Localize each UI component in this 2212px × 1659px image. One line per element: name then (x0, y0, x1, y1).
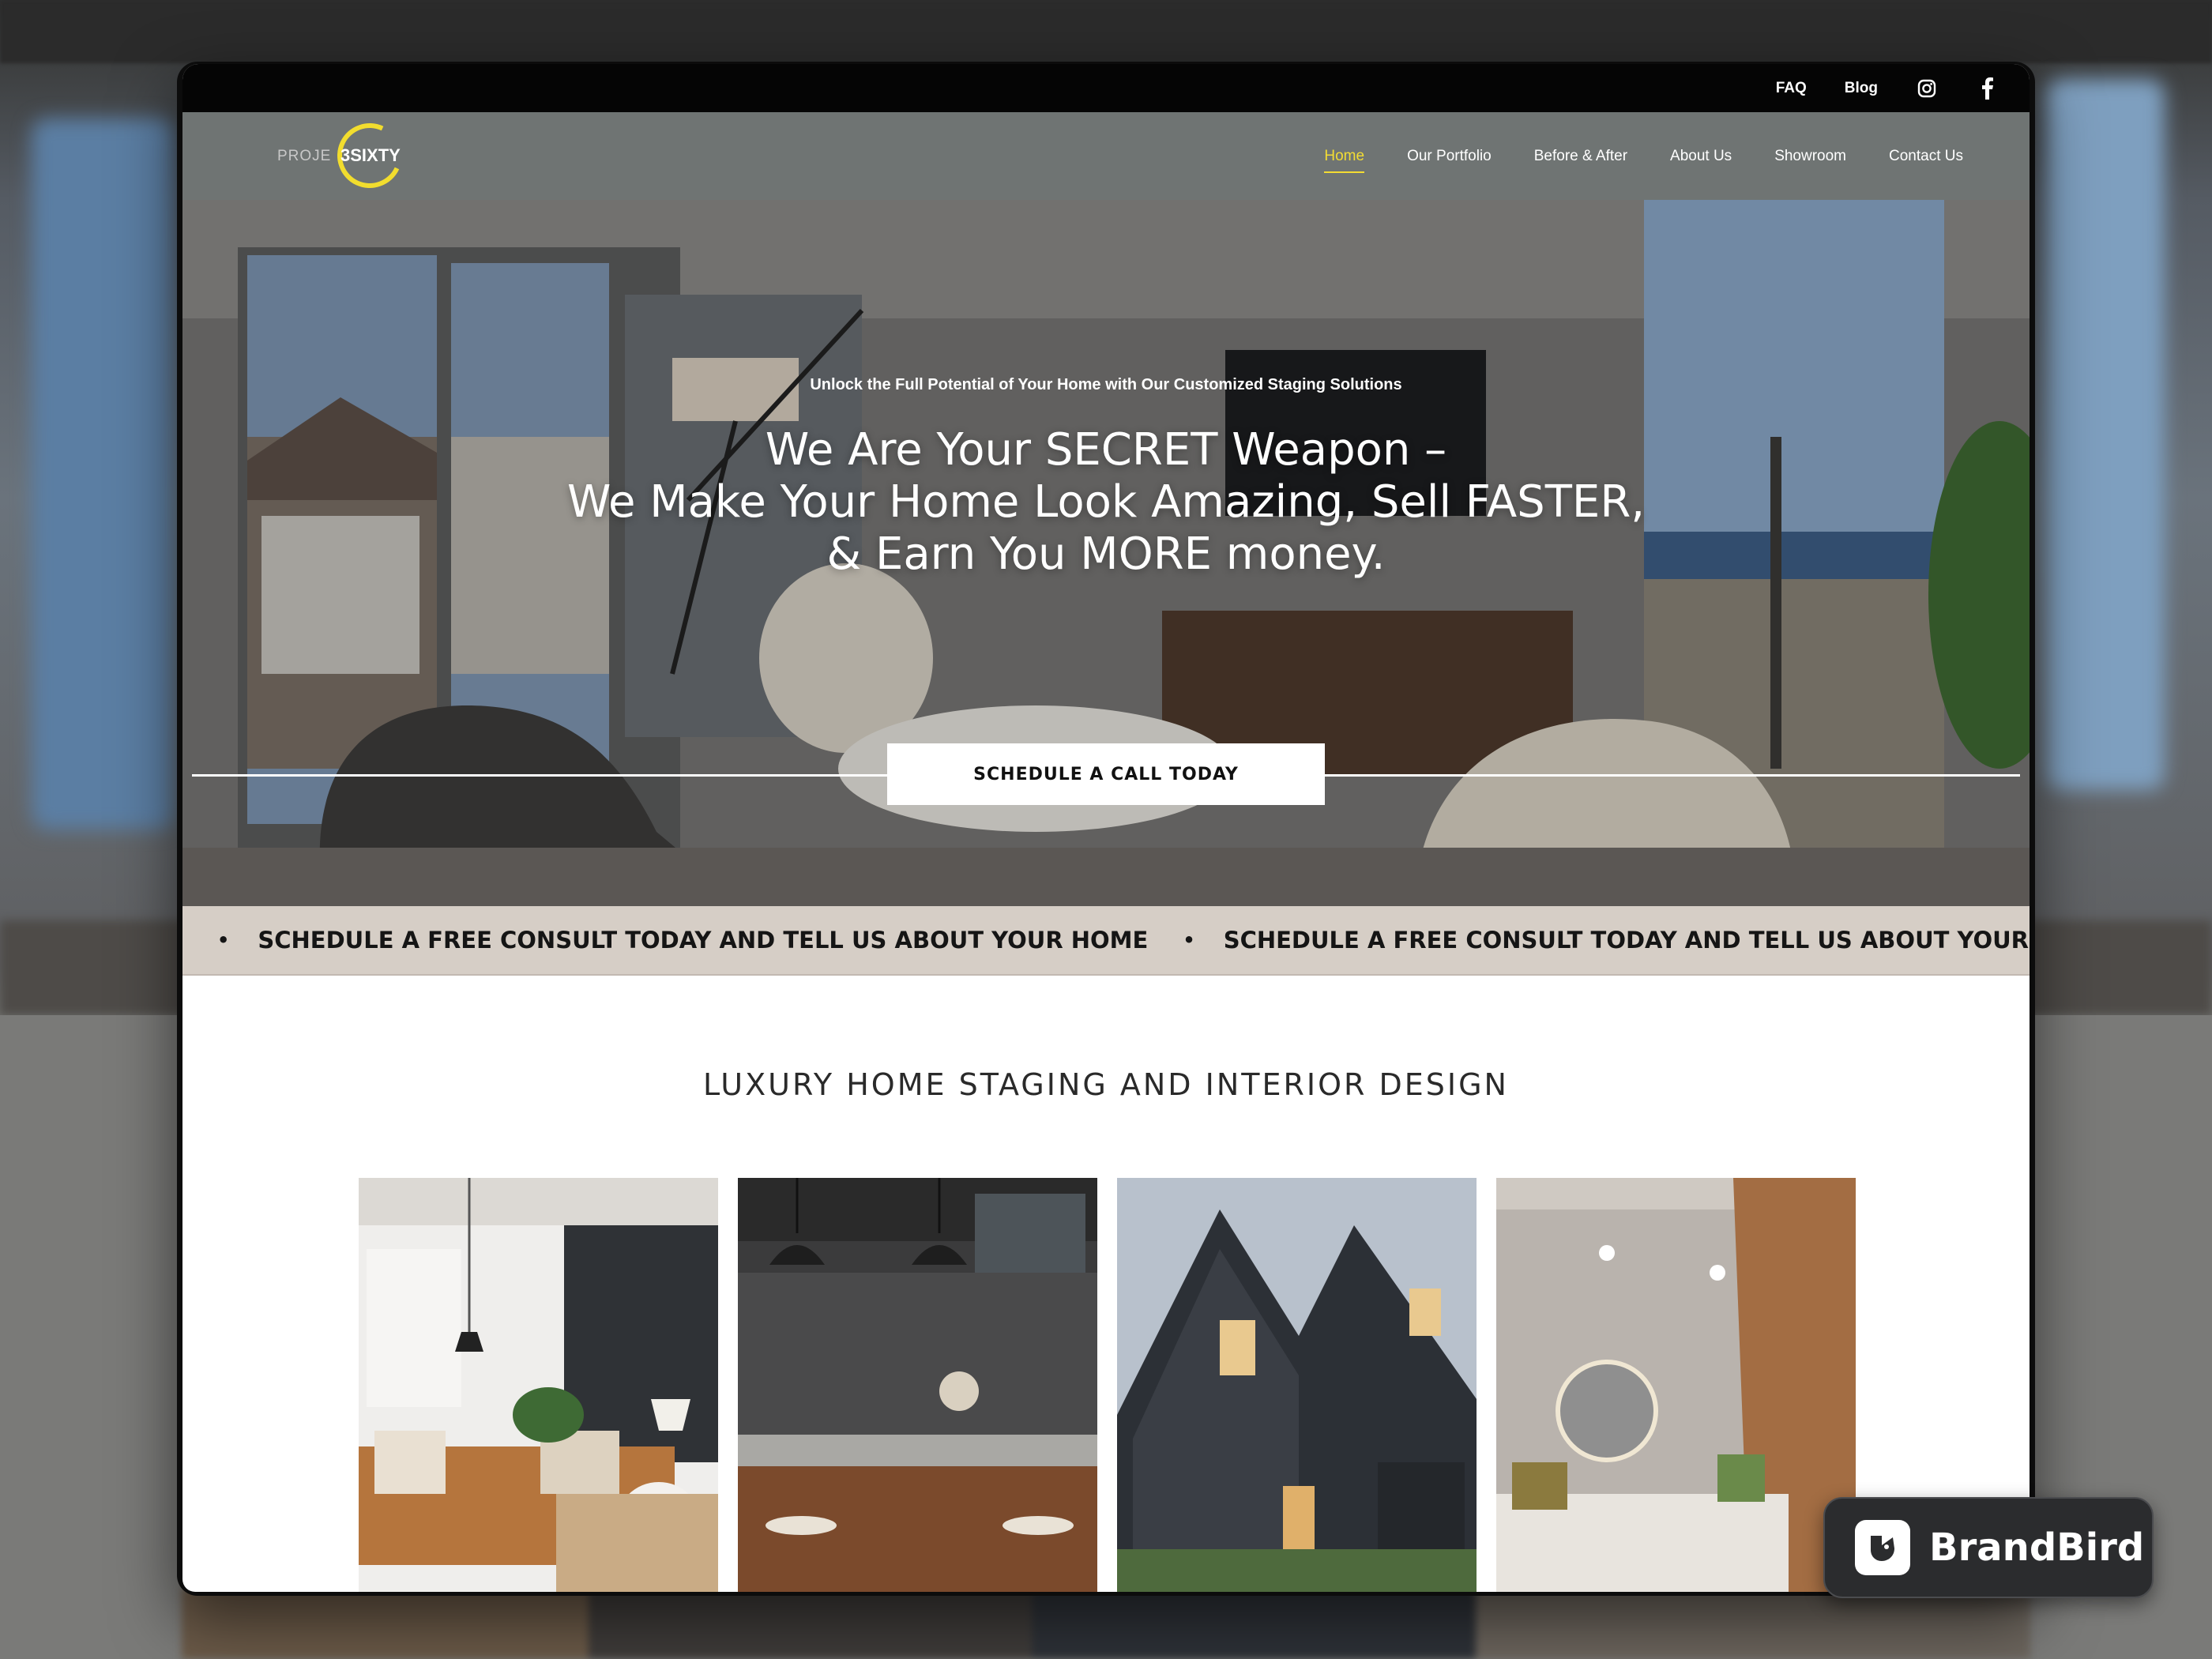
hero-headline-line-1: We Are Your SECRET Weapon – (765, 424, 1447, 476)
instagram-icon[interactable] (1916, 77, 1938, 100)
utility-bar: FAQ Blog (182, 64, 2030, 112)
marquee-separator: • (1183, 929, 1195, 951)
nav-item-home[interactable]: Home (1324, 143, 1364, 173)
marquee-text[interactable]: SCHEDULE A FREE CONSULT TODAY AND TELL U… (1224, 927, 2030, 954)
hero-headline: We Are Your SECRET Weapon – We Make Your… (182, 424, 2030, 581)
facebook-icon[interactable] (1976, 77, 1998, 100)
main-nav: PROJE 3SIXTY Home Our Portfolio Before &… (182, 112, 2030, 200)
nav-item-showroom[interactable]: Showroom (1774, 143, 1846, 170)
section-title: LUXURY HOME STAGING AND INTERIOR DESIGN (703, 1067, 1509, 1102)
gallery-grid (359, 1178, 1856, 1592)
kitchen-photo[interactable] (738, 1178, 1097, 1592)
brand-logo[interactable]: PROJE 3SIXTY (277, 114, 412, 198)
marquee-banner: • SCHEDULE A FREE CONSULT TODAY AND TELL… (182, 906, 2030, 976)
logo-text-3sixty: 3SIXTY (340, 145, 401, 165)
nav-item-before-after[interactable]: Before & After (1534, 143, 1627, 170)
marquee-separator: • (217, 929, 230, 951)
schedule-call-button[interactable]: SCHEDULE A CALL TODAY (887, 743, 1325, 805)
hero-section: Unlock the Full Potential of Your Home w… (182, 200, 2030, 906)
house-exterior-photo[interactable] (1117, 1178, 1477, 1592)
faq-link[interactable]: FAQ (1776, 80, 1807, 97)
nav-item-our-portfolio[interactable]: Our Portfolio (1407, 143, 1492, 170)
brandbird-label: BrandBird (1929, 1525, 2145, 1570)
brandbird-badge[interactable]: BrandBird (1823, 1497, 2154, 1598)
backdrop-window-left (32, 118, 174, 830)
living-room-photo[interactable] (359, 1178, 718, 1592)
backdrop-topbar (0, 0, 2212, 63)
hero-headline-line-3: & Earn You MORE money. (826, 529, 1386, 580)
blog-link[interactable]: Blog (1845, 80, 1878, 97)
backdrop-window-right (2046, 79, 2165, 790)
backdrop-photos (182, 1588, 2030, 1659)
nav-item-contact-us[interactable]: Contact Us (1889, 143, 1963, 170)
brandbird-logo-icon (1855, 1520, 1910, 1575)
nav-item-about-us[interactable]: About Us (1670, 143, 1732, 170)
marquee-text[interactable]: SCHEDULE A FREE CONSULT TODAY AND TELL U… (258, 927, 1148, 954)
nav-menu: Home Our Portfolio Before & After About … (1281, 112, 1963, 200)
hero-headline-line-2: We Make Your Home Look Amazing, Sell FAS… (566, 476, 1646, 528)
logo-text-project: PROJE (277, 148, 332, 164)
bedroom-photo[interactable] (1496, 1178, 1856, 1592)
website-screen: FAQ Blog PROJE 3SIXTY Home Our Portfolio… (182, 64, 2030, 1592)
hero-kicker: Unlock the Full Potential of Your Home w… (810, 376, 1402, 393)
